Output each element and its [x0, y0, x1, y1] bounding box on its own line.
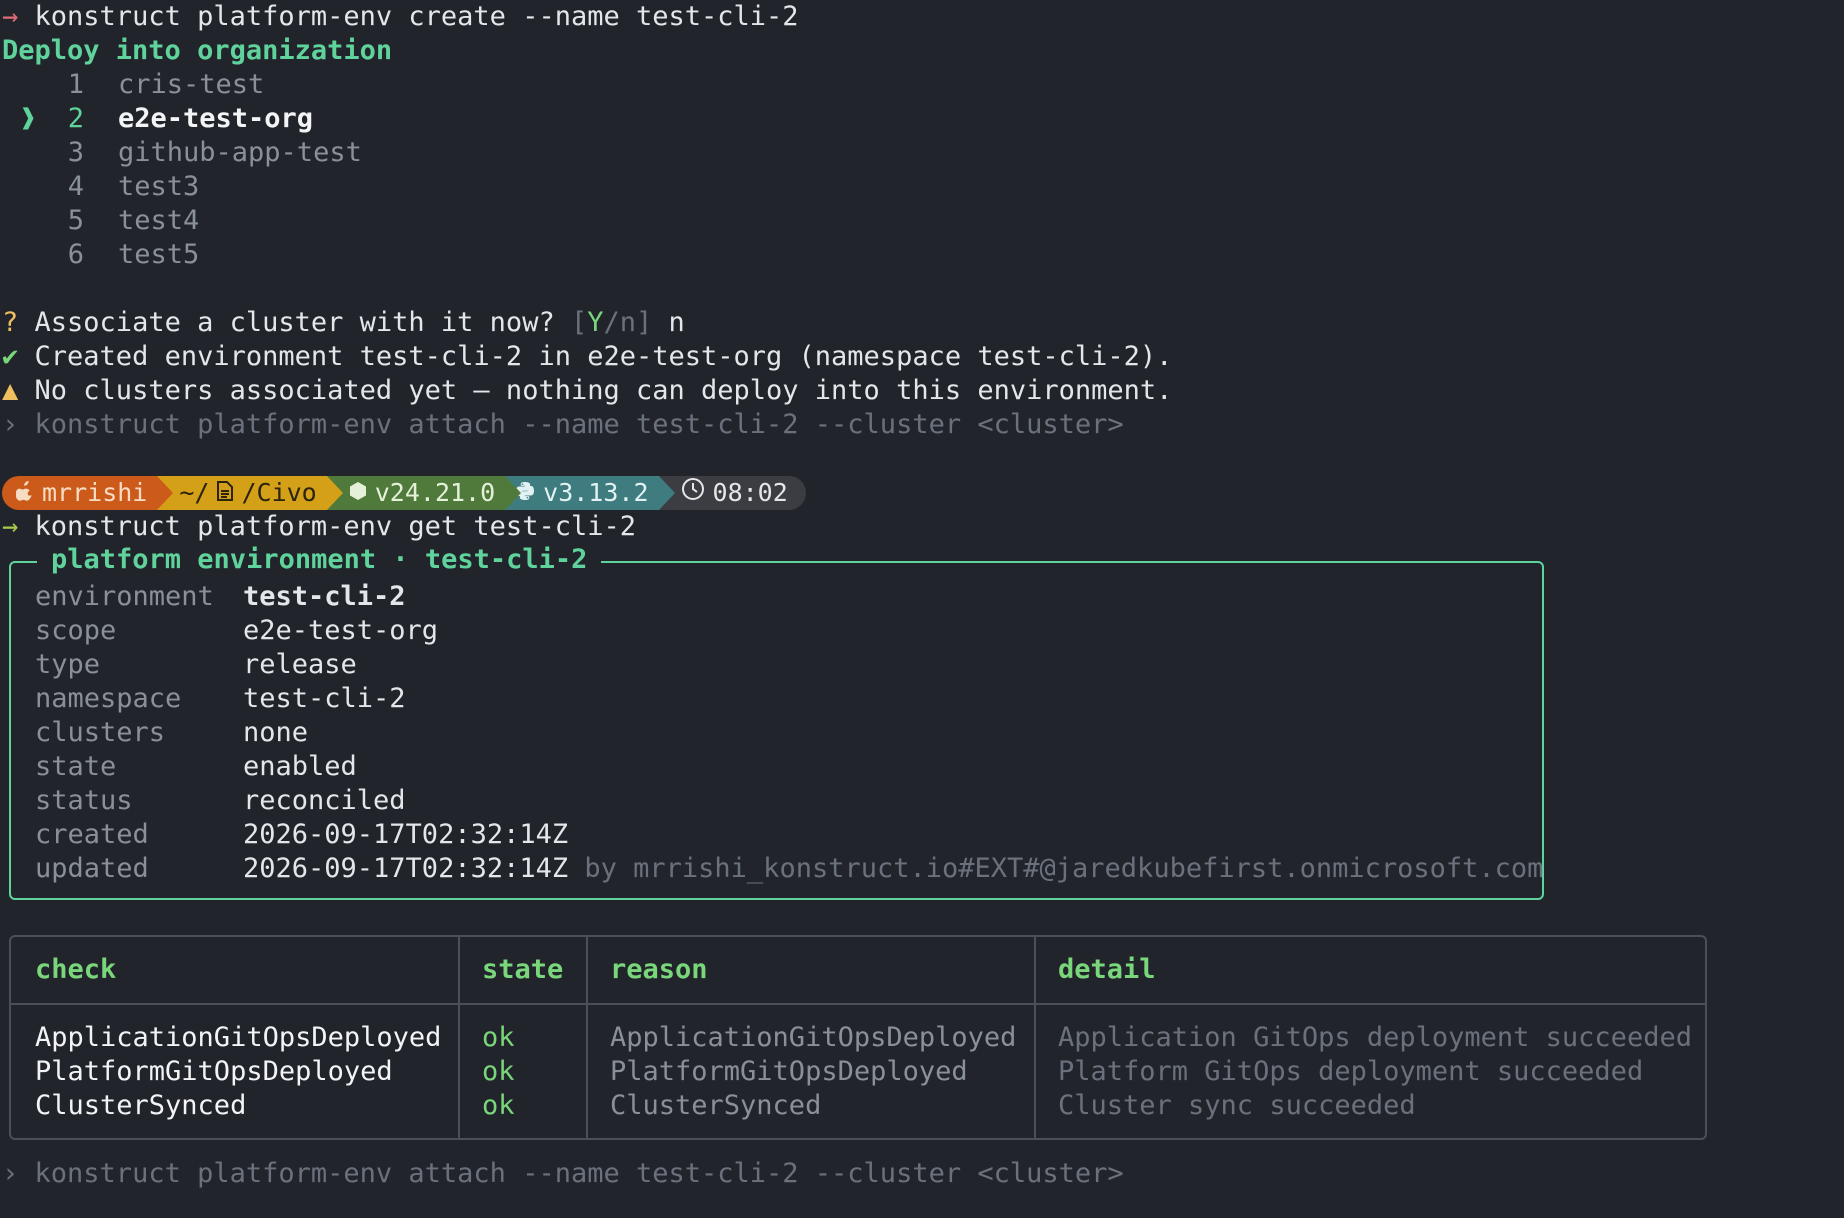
prompt-time-segment: 08:02: [658, 476, 806, 510]
field-status: status reconciled: [35, 785, 406, 816]
org-option[interactable]: 3 github-app-test: [2, 136, 362, 170]
command-text: konstruct platform-env create --name tes…: [34, 1, 799, 32]
field-environment: environment test-cli-2: [35, 581, 406, 612]
question-mark-icon: ?: [2, 307, 19, 338]
selection-caret-icon: ❱: [20, 103, 37, 134]
cluster-question: ? Associate a cluster with it now? [Y/n]…: [2, 307, 685, 338]
org-option[interactable]: 5 test4: [2, 204, 200, 238]
checks-table: check state reason detail ApplicationGit…: [9, 935, 1707, 1140]
success-message: ✔ Created environment test-cli-2 in e2e-…: [2, 341, 1173, 372]
column-header-reason: reason: [610, 954, 708, 985]
question-answer[interactable]: n: [669, 307, 685, 338]
field-created: created 2026-09-17T02:32:14Z: [35, 819, 569, 850]
nodejs-hexagon-icon: [349, 476, 367, 510]
apple-icon: [15, 476, 34, 510]
command-text: konstruct platform-env get test-cli-2: [34, 511, 636, 542]
org-select-prompt: Deploy into organization: [2, 35, 393, 66]
prompt-python-segment: v3.13.2: [505, 476, 675, 510]
prompt-path-segment: ~//Civo: [157, 476, 343, 510]
footer-hint-line: › konstruct platform-env attach --name t…: [2, 1158, 1124, 1189]
hint-line: › konstruct platform-env attach --name t…: [2, 409, 1124, 440]
chevron-right-icon: ›: [2, 409, 19, 440]
command-line-get: → konstruct platform-env get test-cli-2: [2, 510, 636, 544]
column-header-check: check: [35, 954, 117, 985]
warning-icon: ▲: [2, 375, 19, 406]
environment-panel: platform environment · test-cli-2 enviro…: [9, 543, 1544, 900]
prompt-node-segment: v24.21.0: [326, 476, 522, 510]
checkmark-icon: ✔: [2, 341, 19, 372]
org-option[interactable]: 4 test3: [2, 170, 200, 204]
shell-prompt-bar: mrrishi ~//Civo v24.21.0 v3.13.2 08:02: [2, 476, 806, 510]
prompt-arrow-icon: →: [2, 1, 19, 32]
org-option-selected[interactable]: ❱ 2 e2e-test-org: [2, 102, 313, 136]
document-icon: [217, 476, 234, 510]
prompt-user: mrrishi: [42, 478, 148, 507]
prompt-arrow-icon: →: [2, 511, 19, 542]
field-updated: updated 2026-09-17T02:32:14Z by mrrishi_k…: [35, 853, 1544, 884]
field-clusters: clusters none: [35, 717, 309, 748]
org-option[interactable]: 1 cris-test: [2, 68, 265, 102]
column-header-detail: detail: [1058, 954, 1156, 985]
warning-message: ▲ No clusters associated yet — nothing c…: [2, 375, 1173, 406]
column-header-state: state: [482, 954, 564, 985]
updated-by: by mrrishi_konstruct.io#EXT#@jaredkubefi…: [584, 853, 1544, 884]
chevron-right-icon: ›: [2, 1158, 19, 1189]
field-state: state enabled: [35, 751, 357, 782]
org-option[interactable]: 6 test5: [2, 238, 200, 272]
panel-title: platform environment · test-cli-2: [37, 543, 602, 577]
prompt-user-segment: mrrishi: [2, 476, 174, 510]
field-type: type release: [35, 649, 357, 680]
command-line-create: → konstruct platform-env create --name t…: [2, 0, 799, 34]
clock-icon: [681, 476, 705, 510]
field-namespace: namespace test-cli-2: [35, 683, 406, 714]
field-scope: scope e2e-test-org: [35, 615, 439, 646]
